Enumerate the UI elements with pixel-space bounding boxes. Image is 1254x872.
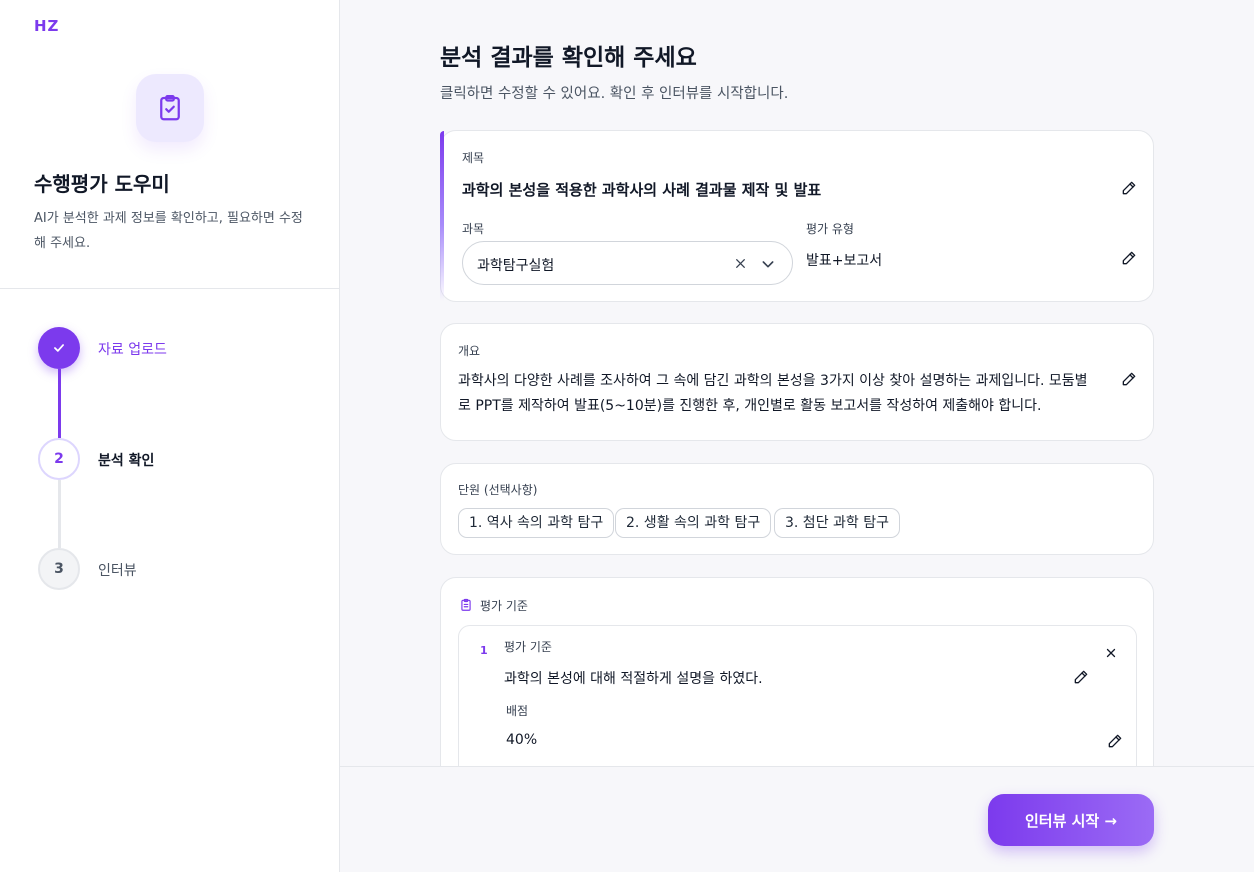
app-logo: HZ [34,17,60,35]
step-2-indicator: 2 [38,438,80,480]
title-card: 제목 과학의 본성을 적용한 과학사의 사례 결과물 제작 및 발표 과목 과학… [440,130,1154,302]
remove-criteria-x-icon[interactable] [1105,647,1117,659]
card-accent-bar [440,131,444,301]
step-connector-1 [58,369,61,438]
app-title: 수행평가 도우미 [34,172,170,196]
bottom-action-bar: 인터뷰 시작 → [340,766,1254,872]
overview-card: 개요 과학사의 다양한 사례를 조사하여 그 속에 담긴 과학의 본성을 3가지… [440,323,1154,441]
subject-select[interactable]: 과학탐구실험 [462,241,793,285]
clipboard-list-icon [461,598,471,611]
sidebar: HZ 수행평가 도우미 AI가 분석한 과제 정보를 확인하고, 필요하면 수정… [0,0,340,872]
check-icon [54,344,64,352]
step-3-indicator: 3 [38,548,80,590]
step-2-label: 분석 확인 [98,453,155,469]
edit-title-pencil-icon[interactable] [1121,180,1137,196]
criteria-number: 1 [480,644,488,657]
eval-type-label: 평가 유형 [806,222,854,236]
app-description: AI가 분석한 과제 정보를 확인하고, 필요하면 수정해 주세요. [34,211,303,251]
eval-type-value[interactable]: 발표+보고서 [806,250,882,270]
page-subtitle: 클릭하면 수정할 수 있어요. 확인 후 인터뷰를 시작합니다. [440,86,789,102]
step-3-label: 인터뷰 [98,563,137,579]
chevron-down-icon[interactable] [760,256,776,272]
unit-chip-1[interactable]: 1. 역사 속의 과학 탐구 [458,508,615,538]
start-interview-button[interactable]: 인터뷰 시작 → [988,794,1154,846]
unit-chip-2[interactable]: 2. 생활 속의 과학 탐구 [615,508,772,538]
criteria-item: 1 평가 기준 과학의 본성에 대해 적절하게 설명을 하였다. 배점 40% [458,625,1137,785]
criterion-value[interactable]: 과학의 본성에 대해 적절하게 설명을 하였다. [504,668,763,688]
main-content: 분석 결과를 확인해 주세요 클릭하면 수정할 수 있어요. 확인 후 인터뷰를… [340,0,1254,872]
score-value[interactable]: 40% [506,732,537,748]
clipboard-check-icon [136,74,204,142]
edit-score-pencil-icon[interactable] [1107,733,1123,749]
overview-label: 개요 [458,344,481,358]
step-1-label: 자료 업로드 [98,342,167,358]
step-1-indicator [38,327,80,369]
title-label: 제목 [462,151,485,165]
clear-x-icon[interactable] [734,257,747,270]
edit-eval-type-pencil-icon[interactable] [1121,250,1137,266]
subject-select-value: 과학탐구실험 [477,258,555,274]
criterion-label: 평가 기준 [504,640,552,654]
unit-label: 단원 (선택사항) [458,483,538,497]
overview-text[interactable]: 과학사의 다양한 사례를 조사하여 그 속에 담긴 과학의 본성을 3가지 이상… [458,369,1098,419]
edit-overview-pencil-icon[interactable] [1121,371,1137,387]
page-title: 분석 결과를 확인해 주세요 [440,45,697,71]
unit-chip-3[interactable]: 3. 첨단 과학 탐구 [774,508,900,538]
step-connector-2 [58,480,61,548]
score-label: 배점 [506,704,529,718]
criteria-section-label: 평가 기준 [480,599,528,613]
sidebar-divider [0,288,339,289]
title-value[interactable]: 과학의 본성을 적용한 과학사의 사례 결과물 제작 및 발표 [462,179,821,200]
edit-criterion-pencil-icon[interactable] [1073,669,1089,685]
subject-label: 과목 [462,222,485,236]
unit-card: 단원 (선택사항) 1. 역사 속의 과학 탐구 2. 생활 속의 과학 탐구 … [440,463,1154,555]
